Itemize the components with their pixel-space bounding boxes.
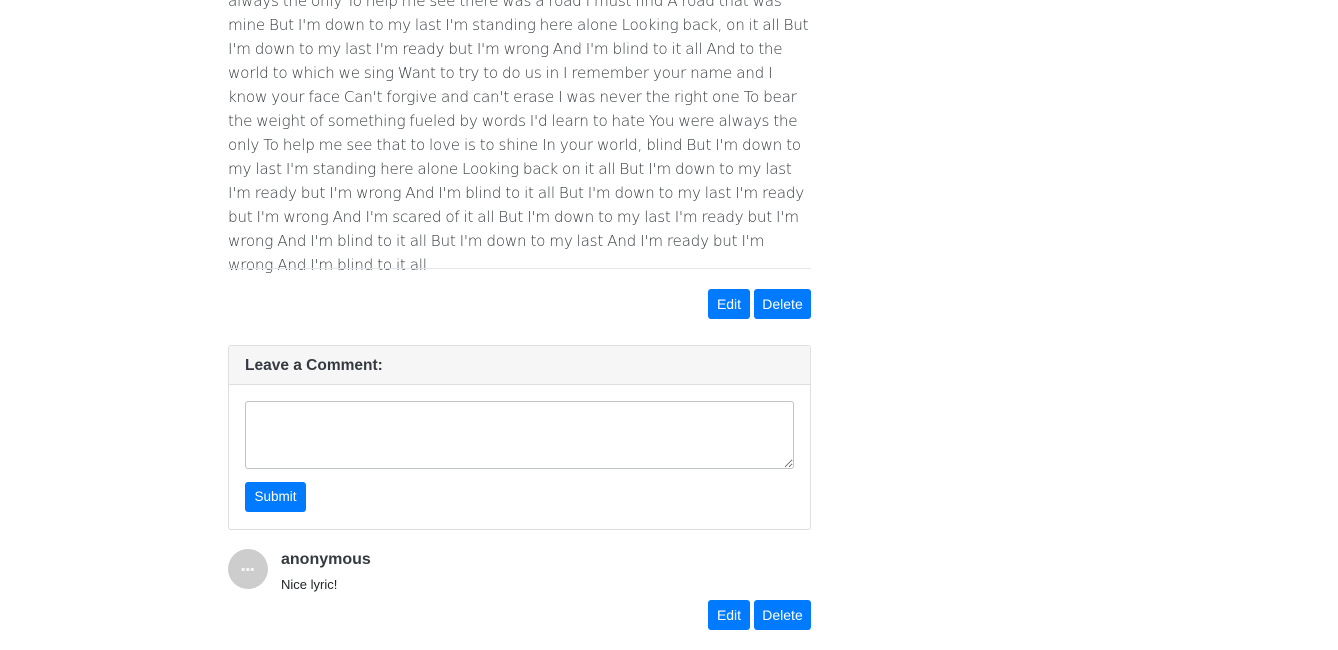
lyrics-body: always the only To help me see there was…	[228, 0, 809, 274]
lyric-detail-page: always the only To help me see there was…	[0, 0, 1338, 650]
delete-comment-button[interactable]: Delete	[754, 600, 811, 630]
edit-post-button[interactable]: Edit	[708, 289, 750, 319]
comment-author: anonymous	[281, 551, 371, 568]
avatar-placeholder-mark: ▪▪▪	[241, 565, 255, 573]
delete-post-button[interactable]: Delete	[754, 289, 811, 319]
comment-form-card: Leave a Comment: Submit	[228, 345, 811, 530]
comment-textarea[interactable]	[245, 401, 794, 469]
submit-comment-button[interactable]: Submit	[245, 482, 306, 512]
edit-comment-button[interactable]: Edit	[708, 600, 750, 630]
user-avatar-icon: ▪▪▪	[228, 549, 268, 589]
comment-actions: Edit Delete	[708, 600, 811, 630]
comment-form-header: Leave a Comment:	[229, 346, 810, 385]
post-actions: Edit Delete	[708, 289, 811, 319]
main-column: always the only To help me see there was…	[228, 0, 811, 630]
divider	[228, 268, 811, 269]
comment-text: Nice lyric!	[281, 577, 338, 592]
